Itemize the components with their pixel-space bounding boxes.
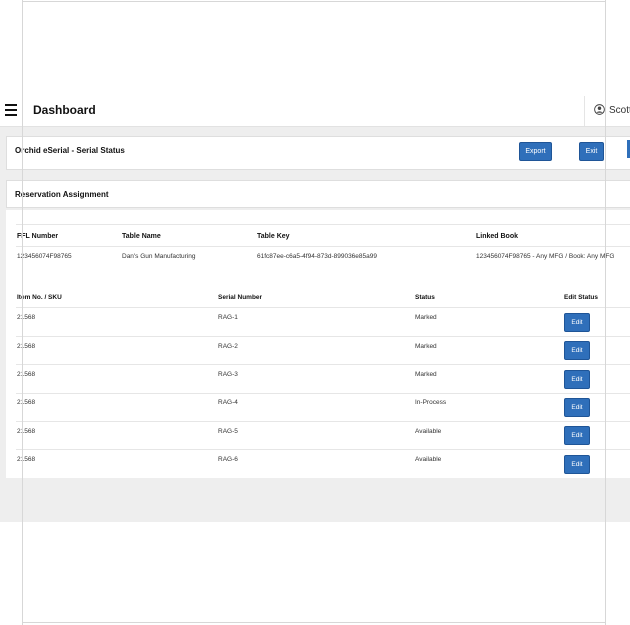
- edit-button[interactable]: Edit: [564, 341, 590, 360]
- page-title: Dashboard: [33, 103, 96, 117]
- user-name[interactable]: Scott: [609, 105, 630, 116]
- header-serial-number: Serial Number: [218, 294, 263, 301]
- row-serial: RAG-1: [218, 314, 238, 321]
- table-name-value: Dan's Gun Manufacturing: [122, 253, 196, 260]
- row-status: Marked: [415, 371, 437, 378]
- row-status: Marked: [415, 314, 437, 321]
- hamburger-icon[interactable]: [5, 104, 17, 116]
- row-sku: 21568: [17, 371, 36, 378]
- row-sku: 21568: [17, 428, 36, 435]
- divider: [16, 224, 630, 225]
- row-serial: RAG-6: [218, 456, 238, 463]
- header-item-sku: Item No. / SKU: [17, 294, 62, 301]
- row-serial: RAG-2: [218, 343, 238, 350]
- divider: [16, 421, 630, 422]
- header-table-name: Table Name: [122, 233, 161, 240]
- row-sku: 21568: [17, 314, 36, 321]
- tables-panel: FFL Number Table Name Table Key Linked B…: [6, 210, 630, 478]
- divider: [16, 364, 630, 365]
- divider: [16, 246, 630, 247]
- edit-button[interactable]: Edit: [564, 370, 590, 389]
- row-status: Marked: [415, 343, 437, 350]
- header-linked-book: Linked Book: [476, 233, 519, 240]
- exit-button[interactable]: Exit: [579, 142, 604, 161]
- user-divider: [584, 96, 585, 126]
- header-status: Status: [415, 294, 435, 301]
- row-serial: RAG-4: [218, 399, 238, 406]
- row-serial: RAG-3: [218, 371, 238, 378]
- top-bar: Dashboard Scott: [0, 96, 630, 127]
- divider: [16, 393, 630, 394]
- header-ffl-number: FFL Number: [17, 233, 59, 240]
- serial-status-card: Orchid eSerial - Serial Status Export Ex…: [6, 136, 630, 170]
- divider: [16, 307, 630, 308]
- linked-book-value: 123456074F98765 - Any MFG / Book: Any MF…: [476, 253, 615, 260]
- row-sku: 21568: [17, 456, 36, 463]
- reservation-card: Reservation Assignment: [6, 180, 630, 208]
- header-edit-status: Edit Status: [564, 294, 598, 301]
- divider: [16, 449, 630, 450]
- table-key-value: 61fc87ee-c6a5-4f94-873d-899036e85a99: [257, 253, 377, 260]
- edit-button[interactable]: Edit: [564, 426, 590, 445]
- row-status: Available: [415, 456, 442, 463]
- serial-status-title: Orchid eSerial - Serial Status: [15, 146, 125, 155]
- export-button[interactable]: Export: [519, 142, 552, 161]
- edit-button[interactable]: Edit: [564, 313, 590, 332]
- frame-border-top: [22, 1, 605, 2]
- frame-border-left: [22, 0, 23, 625]
- frame-border-bottom: [22, 622, 605, 623]
- row-status: In-Process: [415, 399, 447, 406]
- header-table-key: Table Key: [257, 233, 290, 240]
- edit-button[interactable]: Edit: [564, 455, 590, 474]
- edit-button[interactable]: Edit: [564, 398, 590, 417]
- row-status: Available: [415, 428, 442, 435]
- divider: [16, 336, 630, 337]
- row-sku: 21568: [17, 399, 36, 406]
- row-sku: 21568: [17, 343, 36, 350]
- frame-border-right: [605, 0, 606, 625]
- user-circle-icon[interactable]: [594, 104, 605, 115]
- row-serial: RAG-5: [218, 428, 238, 435]
- ffl-number-value: 123456074F98765: [17, 253, 72, 260]
- reservation-title: Reservation Assignment: [15, 190, 109, 199]
